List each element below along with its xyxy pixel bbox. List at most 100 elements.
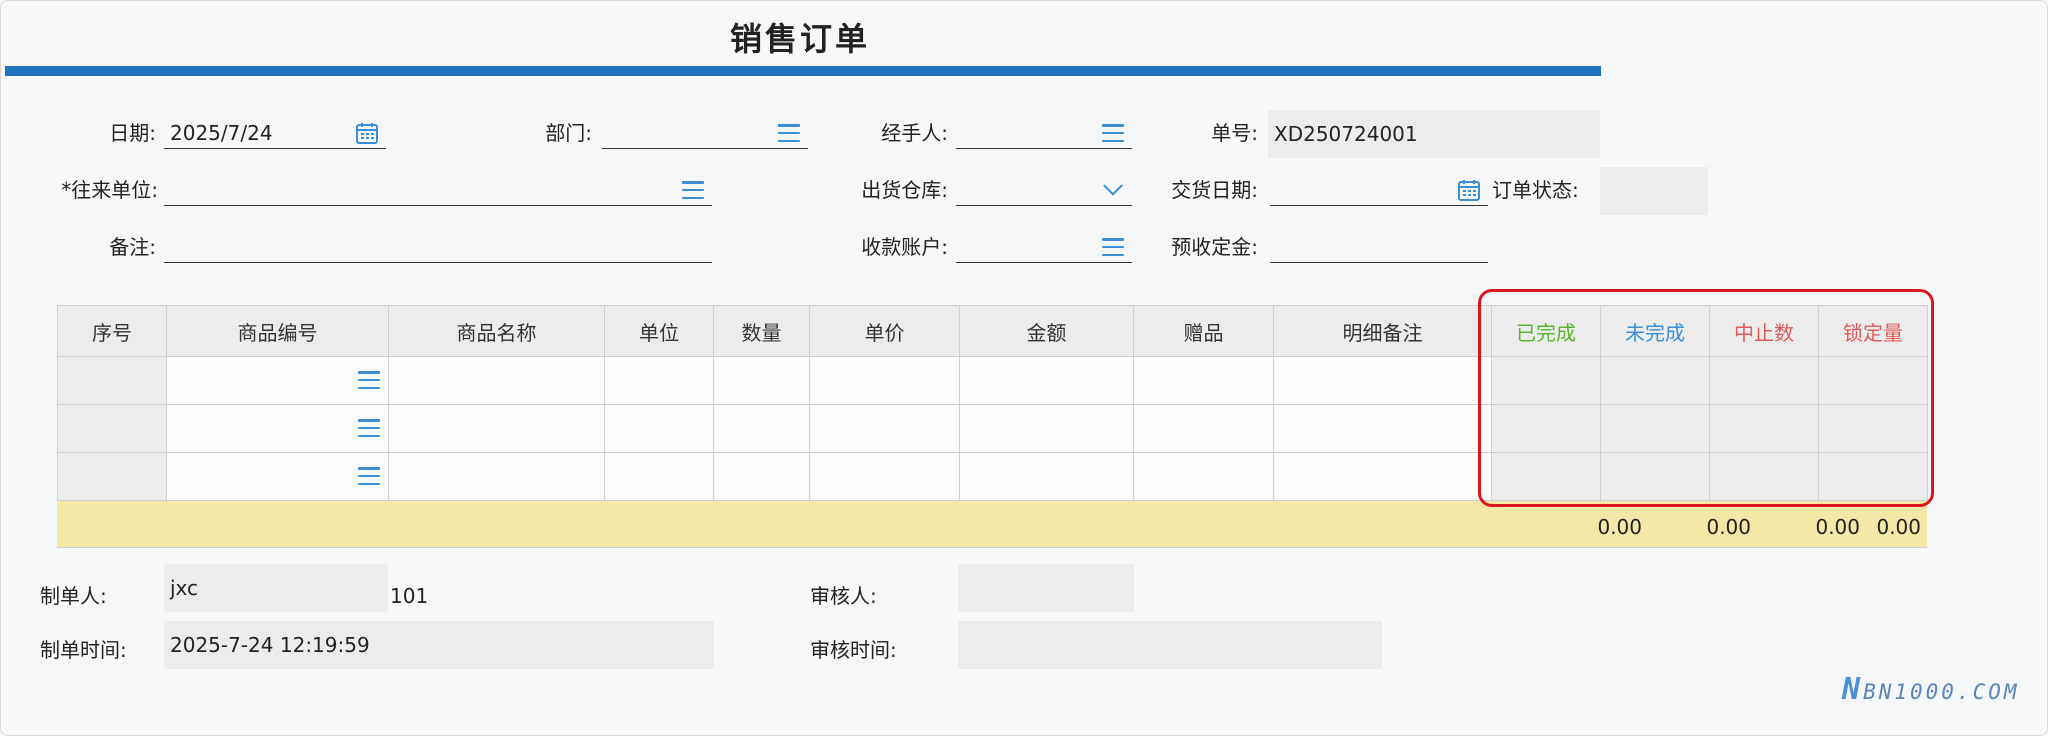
cell-price[interactable] [809,356,960,405]
table-row [57,452,1928,501]
delivery-date-label: 交货日期: [1171,178,1258,202]
creator-label: 制单人: [40,584,107,608]
col-header-locked[interactable]: 锁定量 [1818,305,1928,357]
remark-field[interactable] [164,233,712,263]
list-icon[interactable] [680,177,706,203]
account-field[interactable] [956,233,1132,263]
cell-amount[interactable] [959,404,1134,453]
list-icon[interactable] [1100,120,1126,146]
reviewer-label: 审核人: [810,584,877,608]
detail-table: 序号 商品编号 商品名称 单位 数量 单价 金额 赠品 明细备注 已完成 未完成… [57,305,1928,501]
cell-seq [57,404,167,453]
table-header-row: 序号 商品编号 商品名称 单位 数量 单价 金额 赠品 明细备注 已完成 未完成… [57,305,1928,357]
cell-line-remark[interactable] [1273,452,1492,501]
col-header-qty[interactable]: 数量 [713,305,810,357]
cell-unit[interactable] [604,452,714,501]
title-underline [5,66,1601,76]
cell-product-code[interactable] [166,404,389,453]
col-header-price[interactable]: 单价 [809,305,960,357]
dept-label: 部门: [545,121,592,145]
col-header-gift[interactable]: 赠品 [1133,305,1274,357]
date-field[interactable]: 2025/7/24 [164,119,386,149]
handler-field[interactable] [956,119,1132,149]
col-header-completed[interactable]: 已完成 [1491,305,1601,357]
remark-label: 备注: [109,235,156,259]
cell-price[interactable] [809,452,960,501]
account-label: 收款账户: [861,235,948,259]
col-header-amount[interactable]: 金额 [959,305,1134,357]
cell-product-code[interactable] [166,356,389,405]
cell-qty[interactable] [713,404,810,453]
col-header-uncompleted[interactable]: 未完成 [1600,305,1710,357]
creator-code: 101 [390,584,429,608]
cell-stopped [1709,356,1819,405]
cell-line-remark[interactable] [1273,356,1492,405]
date-value: 2025/7/24 [170,121,273,145]
create-time-label: 制单时间: [40,638,127,662]
col-header-product-name[interactable]: 商品名称 [388,305,605,357]
cell-amount[interactable] [959,452,1134,501]
table-row [57,356,1928,405]
warehouse-label: 出货仓库: [861,178,948,202]
list-icon[interactable] [356,367,382,393]
cell-price[interactable] [809,404,960,453]
review-time-label: 审核时间: [810,638,897,662]
cell-locked [1818,452,1928,501]
cell-qty[interactable] [713,452,810,501]
watermark-letter: N [1842,672,1864,707]
order-no-label: 单号: [1211,121,1258,145]
date-label: 日期: [109,121,156,145]
order-status-label: 订单状态: [1492,178,1579,202]
col-header-line-remark[interactable]: 明细备注 [1273,305,1492,357]
deposit-label: 预收定金: [1171,235,1258,259]
col-header-unit[interactable]: 单位 [604,305,714,357]
cell-amount[interactable] [959,356,1134,405]
chevron-down-icon[interactable] [1100,175,1126,203]
cell-uncompleted [1600,356,1710,405]
order-status-field [1600,167,1708,215]
cell-completed [1491,356,1601,405]
col-header-seq[interactable]: 序号 [57,305,167,357]
total-uncompleted: 0.00 [1706,515,1751,539]
list-icon[interactable] [356,463,382,489]
col-header-stopped[interactable]: 中止数 [1709,305,1819,357]
handler-label: 经手人: [881,121,948,145]
total-completed: 0.00 [1597,515,1642,539]
creator-field: jxc [164,564,388,612]
warehouse-select[interactable] [956,175,1132,206]
cell-completed [1491,452,1601,501]
cell-gift[interactable] [1133,452,1274,501]
create-time-field: 2025-7-24 12:19:59 [164,621,714,669]
cell-gift[interactable] [1133,404,1274,453]
cell-unit[interactable] [604,404,714,453]
review-time-field [958,621,1382,669]
delivery-date-field[interactable] [1270,176,1488,206]
partner-field[interactable] [164,176,712,206]
cell-product-name[interactable] [388,356,605,405]
watermark-text: BN1000.COM [1863,680,2020,704]
cell-locked [1818,356,1928,405]
col-header-product-code[interactable]: 商品编号 [166,305,389,357]
cell-seq [57,356,167,405]
list-icon[interactable] [356,415,382,441]
cell-qty[interactable] [713,356,810,405]
cell-line-remark[interactable] [1273,404,1492,453]
reviewer-field [958,564,1134,612]
deposit-field[interactable] [1270,233,1488,263]
totals-row: 0.00 0.00 0.00 0.00 [57,500,1927,548]
cell-locked [1818,404,1928,453]
cell-completed [1491,404,1601,453]
cell-product-name[interactable] [388,404,605,453]
list-icon[interactable] [776,120,802,146]
table-row [57,404,1928,453]
calendar-icon[interactable] [1456,177,1482,203]
calendar-icon[interactable] [354,120,380,146]
cell-product-code[interactable] [166,452,389,501]
cell-unit[interactable] [604,356,714,405]
cell-gift[interactable] [1133,356,1274,405]
list-icon[interactable] [1100,234,1126,260]
cell-seq [57,452,167,501]
dept-field[interactable] [602,119,808,149]
cell-product-name[interactable] [388,452,605,501]
cell-uncompleted [1600,404,1710,453]
